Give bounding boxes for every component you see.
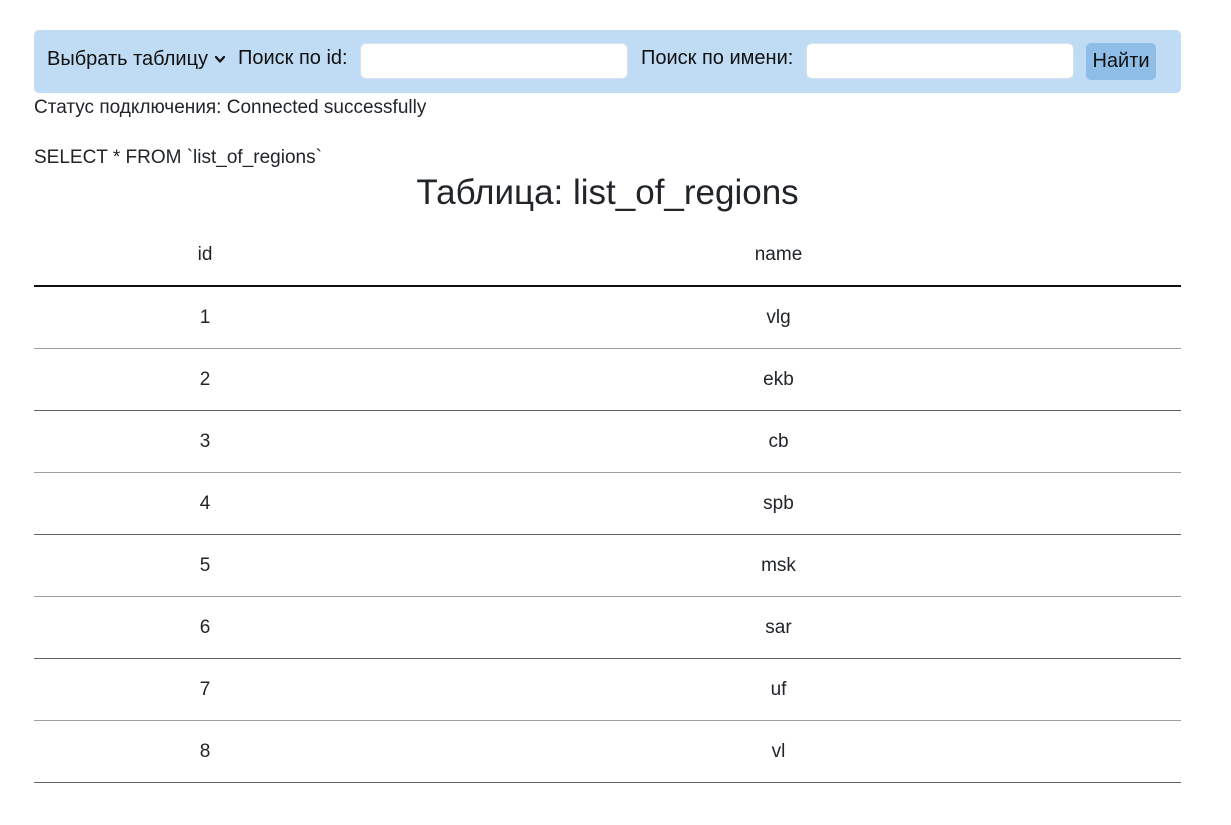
cell-id: 1 bbox=[34, 286, 376, 349]
search-name-input[interactable] bbox=[806, 43, 1074, 79]
column-header-name: name bbox=[376, 224, 1181, 287]
cell-name: msk bbox=[376, 534, 1181, 597]
cell-name: cb bbox=[376, 410, 1181, 473]
table-title: Таблица: list_of_regions bbox=[416, 173, 799, 212]
table-row: 6 sar bbox=[34, 596, 1181, 659]
page: Выбрать таблицу Поиск по id: Поиск по им… bbox=[0, 0, 1231, 825]
sql-query: SELECT * FROM `list_of_regions` bbox=[34, 147, 322, 168]
table-select-label: Выбрать таблицу bbox=[47, 47, 209, 70]
search-id-label: Поиск по id: bbox=[238, 47, 348, 69]
search-id-input[interactable] bbox=[360, 43, 628, 79]
data-table: id name 1 vlg 2 ekb 3 cb 4 spb 5 msk 6 s… bbox=[34, 224, 1181, 783]
search-name-label: Поиск по имени: bbox=[641, 47, 794, 69]
cell-id: 4 bbox=[34, 472, 376, 535]
cell-name: spb bbox=[376, 472, 1181, 535]
table-row: 8 vl bbox=[34, 720, 1181, 783]
cell-name: uf bbox=[376, 658, 1181, 721]
cell-id: 2 bbox=[34, 348, 376, 411]
chevron-down-icon bbox=[214, 55, 226, 63]
column-header-id: id bbox=[34, 224, 376, 287]
table-row: 4 spb bbox=[34, 472, 1181, 535]
find-button[interactable]: Найти bbox=[1086, 43, 1156, 80]
table-row: 2 ekb bbox=[34, 348, 1181, 411]
cell-name: ekb bbox=[376, 348, 1181, 411]
table-row: 7 uf bbox=[34, 658, 1181, 721]
table-row: 5 msk bbox=[34, 534, 1181, 597]
cell-name: vlg bbox=[376, 286, 1181, 349]
cell-name: sar bbox=[376, 596, 1181, 659]
cell-name: vl bbox=[376, 720, 1181, 783]
cell-id: 3 bbox=[34, 410, 376, 473]
table-select[interactable]: Выбрать таблицу bbox=[47, 47, 226, 71]
table-header-row: id name bbox=[34, 224, 1181, 287]
connection-status: Статус подключения: Connected successful… bbox=[34, 97, 427, 118]
table-row: 3 cb bbox=[34, 410, 1181, 473]
table-row: 1 vlg bbox=[34, 286, 1181, 349]
cell-id: 7 bbox=[34, 658, 376, 721]
cell-id: 5 bbox=[34, 534, 376, 597]
cell-id: 8 bbox=[34, 720, 376, 783]
search-toolbar: Выбрать таблицу Поиск по id: Поиск по им… bbox=[34, 30, 1181, 93]
cell-id: 6 bbox=[34, 596, 376, 659]
